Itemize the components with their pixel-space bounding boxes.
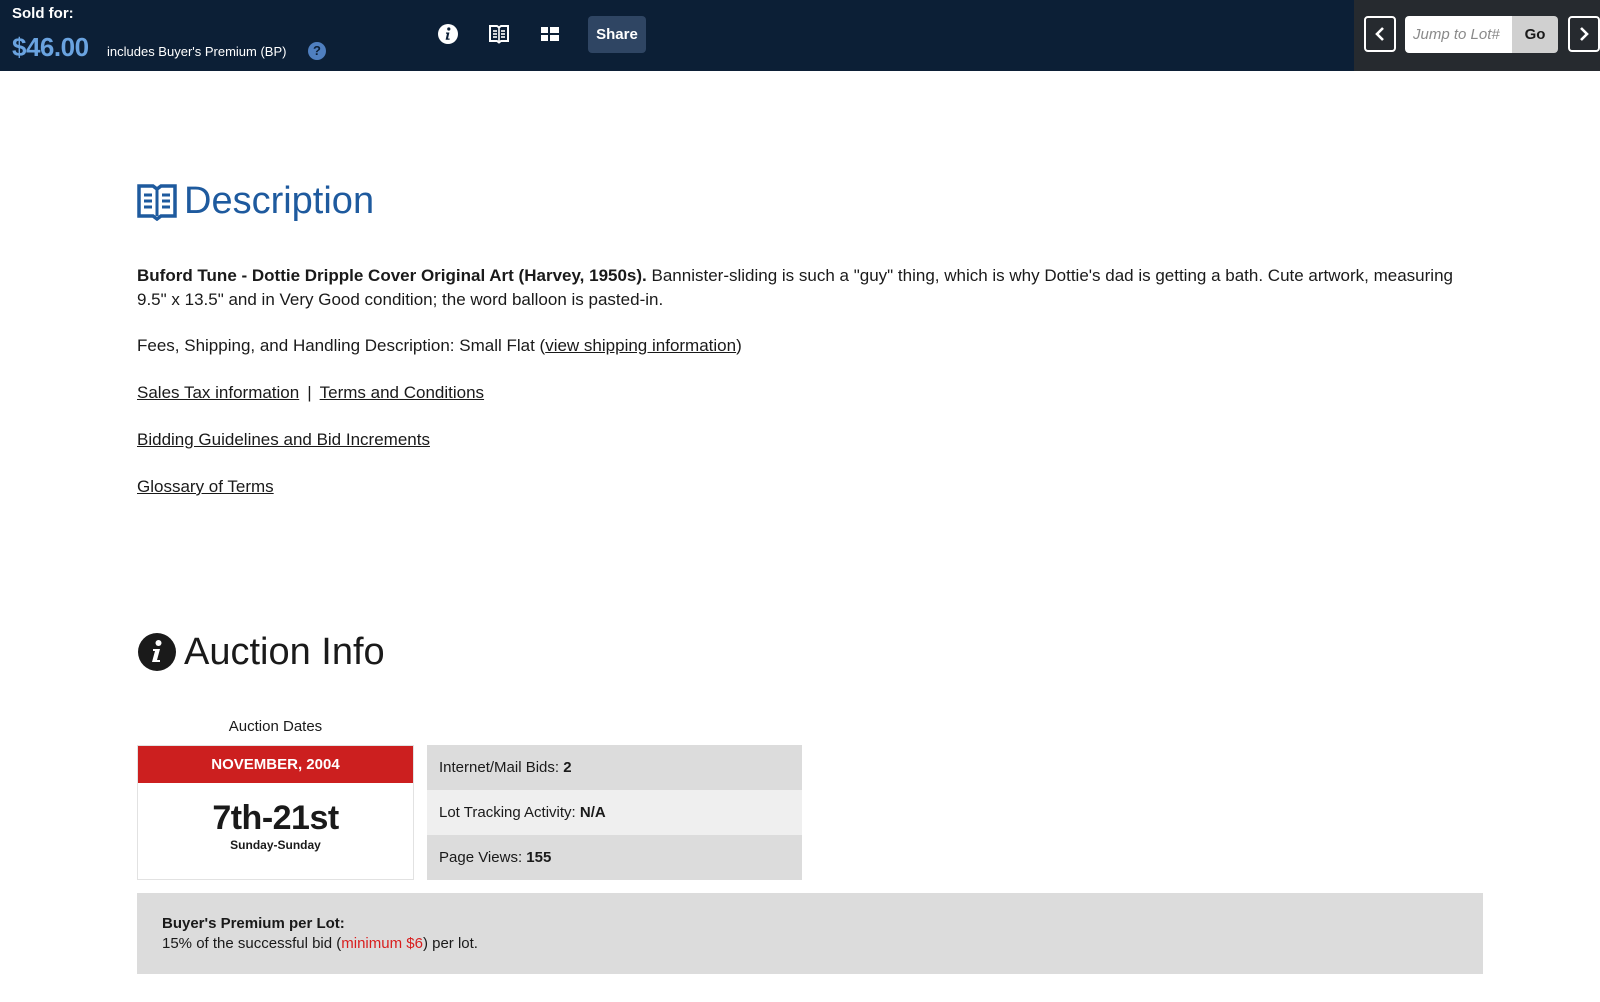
buyers-premium-note: includes Buyer's Premium (BP) bbox=[107, 44, 287, 59]
link-separator: | bbox=[307, 383, 312, 402]
shipping-info-link[interactable]: view shipping information bbox=[545, 336, 736, 355]
info-icon bbox=[137, 632, 177, 677]
bp-minimum: minimum $6 bbox=[341, 935, 423, 952]
bp-title: Buyer's Premium per Lot: bbox=[162, 915, 345, 932]
help-icon[interactable]: ? bbox=[308, 42, 326, 60]
tax-terms-line: Sales Tax information | Terms and Conditio… bbox=[137, 383, 484, 403]
auction-dates-label: Auction Dates bbox=[228, 718, 323, 735]
bidding-guidelines-link[interactable]: Bidding Guidelines and Bid Increments bbox=[137, 430, 430, 449]
bidding-line: Bidding Guidelines and Bid Increments bbox=[137, 430, 430, 450]
auction-month: NOVEMBER, 2004 bbox=[138, 746, 413, 783]
terms-link[interactable]: Terms and Conditions bbox=[320, 383, 484, 402]
book-icon bbox=[137, 183, 177, 226]
fees-prefix: Fees, Shipping, and Handling Description… bbox=[137, 336, 546, 355]
stat-page-views: Page Views: 155 bbox=[427, 835, 802, 880]
lot-description: Buford Tune - Dottie Dripple Cover Origi… bbox=[137, 264, 1457, 312]
book-icon[interactable] bbox=[487, 22, 511, 46]
lot-title: Buford Tune - Dottie Dripple Cover Origi… bbox=[137, 266, 647, 285]
sold-price: $46.00 bbox=[12, 32, 89, 62]
previous-lot-button[interactable] bbox=[1364, 16, 1396, 52]
stat-internet-mail-bids: Internet/Mail Bids: 2 bbox=[427, 745, 802, 790]
info-icon[interactable] bbox=[436, 22, 460, 46]
auction-dates-calendar: NOVEMBER, 2004 7th-21st Sunday-Sunday bbox=[137, 745, 414, 880]
chevron-left-icon bbox=[1375, 27, 1384, 41]
glossary-link[interactable]: Glossary of Terms bbox=[137, 477, 274, 496]
auction-weekdays: Sunday-Sunday bbox=[230, 838, 321, 852]
grid-icon[interactable] bbox=[538, 22, 562, 46]
glossary-line: Glossary of Terms bbox=[137, 477, 274, 497]
stat-lot-tracking: Lot Tracking Activity: N/A bbox=[427, 790, 802, 835]
chevron-right-icon bbox=[1580, 27, 1589, 41]
auction-days: 7th-21st bbox=[212, 799, 339, 837]
auction-info-title: Auction Info bbox=[184, 631, 385, 673]
lot-stats: Internet/Mail Bids: 2 Lot Tracking Activ… bbox=[427, 745, 802, 880]
sold-label: Sold for: bbox=[12, 5, 74, 22]
go-button[interactable]: Go bbox=[1512, 16, 1558, 53]
share-button[interactable]: Share bbox=[588, 16, 646, 53]
bp-details: 15% of the successful bid (minimum $6) p… bbox=[162, 935, 478, 952]
sales-tax-link[interactable]: Sales Tax information bbox=[137, 383, 299, 402]
jump-to-lot-input[interactable] bbox=[1405, 16, 1512, 53]
buyers-premium-box: Buyer's Premium per Lot: 15% of the succ… bbox=[137, 893, 1483, 974]
fees-line: Fees, Shipping, and Handling Description… bbox=[137, 336, 742, 356]
description-title: Description bbox=[184, 180, 375, 222]
next-lot-button[interactable] bbox=[1568, 16, 1600, 52]
fees-suffix: ) bbox=[736, 336, 742, 355]
